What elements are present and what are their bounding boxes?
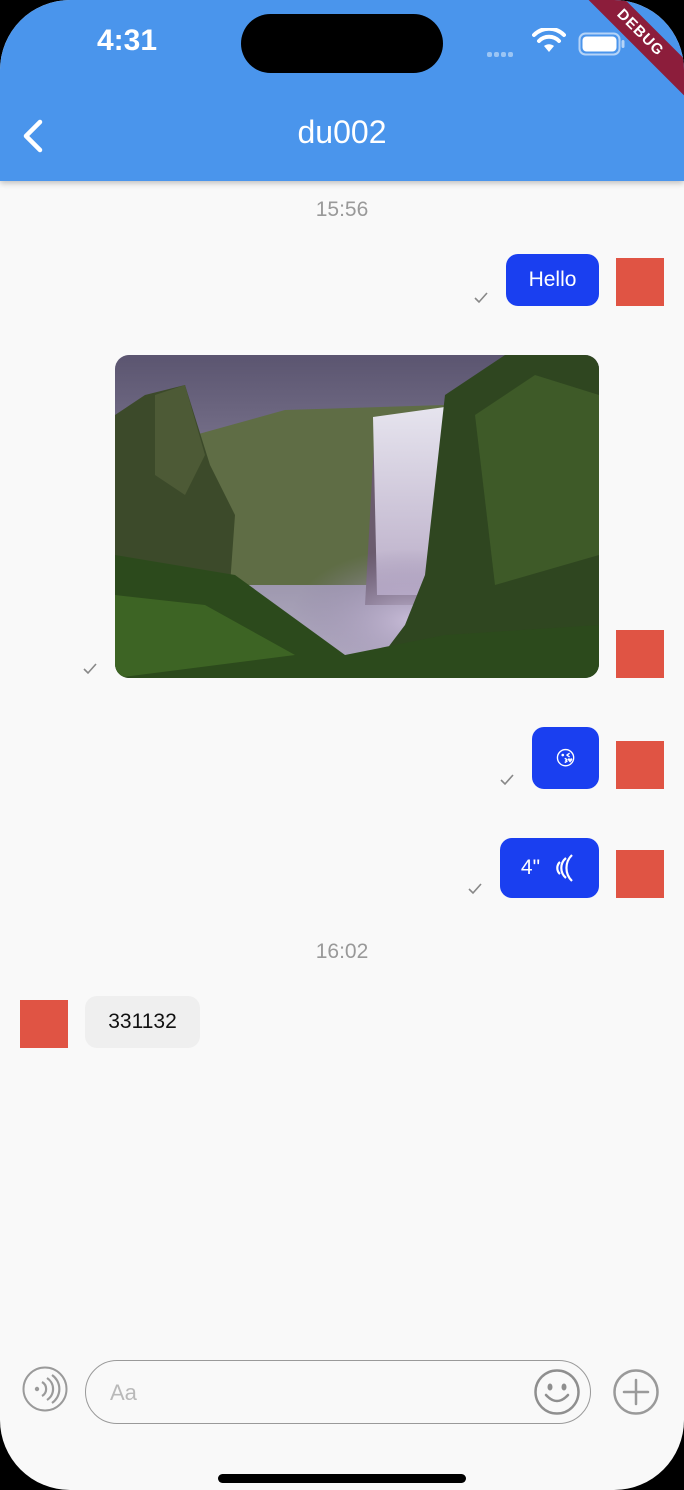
dynamic-island bbox=[241, 14, 443, 73]
plus-circle-icon bbox=[613, 1369, 659, 1415]
status-time: 4:31 bbox=[97, 24, 158, 57]
message-input-placeholder: Aa bbox=[110, 1380, 137, 1405]
message-bubble-outgoing[interactable]: 😘 bbox=[532, 727, 599, 789]
timestamp: 15:56 bbox=[315, 198, 369, 221]
avatar[interactable] bbox=[20, 1000, 68, 1048]
avatar[interactable] bbox=[616, 258, 664, 306]
message-text: Hello bbox=[528, 268, 577, 291]
wifi-icon bbox=[532, 28, 566, 52]
cellular-signal-icon bbox=[487, 44, 515, 62]
sent-check-icon bbox=[500, 774, 514, 786]
image-message[interactable] bbox=[115, 355, 599, 678]
voice-duration: 4" bbox=[520, 856, 541, 879]
message-bubble-outgoing[interactable]: Hello bbox=[506, 254, 599, 306]
avatar[interactable] bbox=[616, 850, 664, 898]
app-bar: 4:31 du002 bbox=[0, 0, 684, 181]
emoji-message: 😘 bbox=[555, 747, 576, 770]
home-indicator bbox=[218, 1474, 466, 1483]
voice-input-button[interactable] bbox=[22, 1366, 68, 1412]
page-title: du002 bbox=[297, 114, 387, 150]
message-input[interactable]: Aa bbox=[85, 1360, 591, 1424]
message-text: 331132 bbox=[108, 1010, 177, 1033]
phone-screen: 4:31 du002 DEBUG 15:56 Hello 😘 4" 16:02 … bbox=[0, 0, 684, 1490]
sent-check-icon bbox=[474, 292, 488, 304]
message-bubble-incoming[interactable]: 331132 bbox=[85, 996, 200, 1048]
add-attachment-button[interactable] bbox=[612, 1368, 660, 1416]
avatar[interactable] bbox=[616, 630, 664, 678]
voice-icon bbox=[22, 1366, 68, 1412]
voice-message-bubble[interactable]: 4" bbox=[500, 838, 599, 898]
emoji-button[interactable] bbox=[533, 1368, 581, 1416]
voice-wave-icon bbox=[556, 854, 573, 882]
sent-check-icon bbox=[468, 883, 482, 895]
avatar[interactable] bbox=[616, 741, 664, 789]
battery-icon bbox=[578, 32, 625, 56]
smiley-icon bbox=[534, 1369, 580, 1415]
waterfall-photo bbox=[115, 355, 599, 678]
sent-check-icon bbox=[83, 663, 97, 675]
timestamp: 16:02 bbox=[315, 940, 369, 963]
